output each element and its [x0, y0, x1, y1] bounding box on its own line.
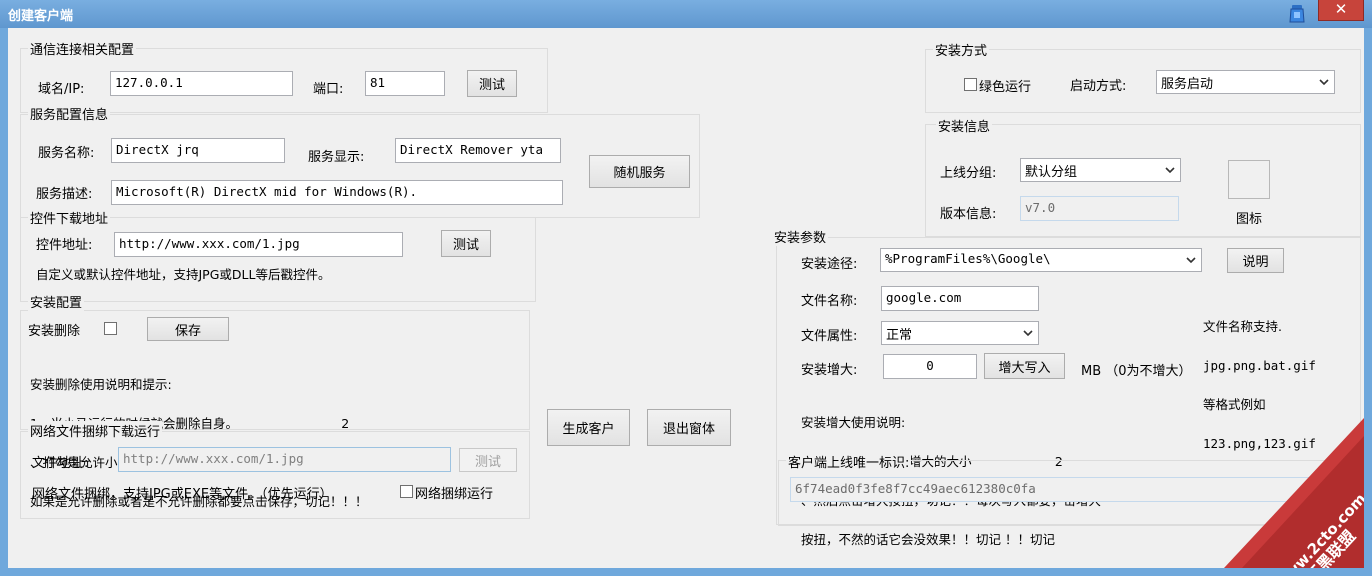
enlarge-unit: MB （0为不增大） — [1081, 364, 1192, 379]
net-bind-run-label: 网络捆绑运行 — [415, 487, 494, 502]
service-display-input[interactable]: DirectX Remover yta — [395, 138, 561, 163]
net-bind-test-button[interactable]: 测试 — [459, 448, 517, 472]
net-bind-run-checkbox[interactable] — [400, 485, 413, 498]
group-select[interactable]: 默认分组 — [1020, 158, 1181, 182]
net-bind-title: 网络文件捆绑下载运行 — [28, 421, 163, 440]
generate-client-button[interactable]: 生成客户 — [547, 409, 630, 446]
version-label: 版本信息: — [940, 207, 997, 222]
comm-test-button[interactable]: 测试 — [467, 70, 517, 97]
net-bind-addr-label: 文件地址: — [32, 456, 89, 471]
start-mode-select[interactable]: 服务启动 — [1156, 70, 1335, 94]
start-mode-label: 启动方式: — [1070, 79, 1127, 94]
install-path-select[interactable]: %ProgramFiles%\Google\ — [880, 248, 1202, 272]
icon-label: 图标 — [1236, 212, 1263, 227]
help-line: 按扭，不然的话它会没效果！！切记 ！！切记 — [801, 532, 1055, 547]
service-desc-label: 服务描述: — [36, 187, 93, 202]
install-path-label: 安装途径: — [801, 257, 858, 272]
domain-label: 域名/IP: — [38, 82, 85, 97]
service-name-input[interactable]: DirectX jrq — [111, 138, 285, 163]
install-save-button[interactable]: 保存 — [147, 317, 229, 341]
start-mode-value: 服务启动 — [1161, 77, 1214, 92]
service-name-label: 服务名称: — [38, 146, 95, 161]
service-desc-input[interactable]: Microsoft(R) DirectX mid for Windows(R). — [111, 180, 563, 205]
plugin-addr-input[interactable]: http://www.xxx.com/1.jpg — [114, 232, 403, 257]
comm-group-title: 通信连接相关配置 — [28, 39, 137, 58]
port-label: 端口: — [313, 82, 344, 97]
install-path-value: %ProgramFiles%\Google\ — [885, 251, 1051, 266]
domain-input[interactable]: 127.0.0.1 — [110, 71, 293, 96]
close-button[interactable]: ✕ — [1318, 0, 1364, 21]
help-line: 安装增大使用说明: — [801, 415, 906, 430]
client-area: 通信连接相关配置 域名/IP: 127.0.0.1 端口: 81 测试 服务配置… — [8, 28, 1364, 568]
green-run-label: 绿色运行 — [979, 80, 1032, 95]
chevron-down-icon — [1186, 257, 1196, 264]
support-line: 等格式例如 — [1203, 397, 1266, 412]
filename-label: 文件名称: — [801, 294, 858, 309]
app-icon — [1289, 5, 1305, 23]
net-bind-note: 网络文件捆绑，支持JPG或EXE等文件。（优先运行） — [32, 487, 333, 502]
random-service-button[interactable]: 随机服务 — [589, 155, 690, 188]
file-attr-value: 正常 — [886, 328, 913, 343]
install-params-title: 安装参数 — [772, 227, 829, 246]
chevron-down-icon — [1165, 167, 1175, 174]
group-label: 上线分组: — [940, 166, 997, 181]
install-info-title: 安装信息 — [936, 116, 993, 135]
group-value: 默认分组 — [1025, 165, 1078, 180]
help-line: 安装删除使用说明和提示: — [30, 377, 172, 392]
file-attr-label: 文件属性: — [801, 329, 858, 344]
window-title: 创建客户端 — [8, 9, 74, 24]
filename-input[interactable]: google.com — [881, 286, 1039, 311]
title-bar[interactable]: 创建客户端 ✕ — [0, 0, 1372, 28]
chevron-down-icon — [1023, 330, 1033, 337]
plugin-addr-label: 控件地址: — [36, 238, 93, 253]
icon-preview[interactable] — [1228, 160, 1270, 199]
net-bind-addr-input[interactable]: http://www.xxx.com/1.jpg — [118, 447, 451, 472]
enlarge-write-button[interactable]: 增大写入 — [984, 353, 1065, 379]
support-line: 文件名称支持. — [1203, 319, 1282, 334]
support-line: jpg.png.bat.gif — [1203, 358, 1316, 373]
exit-window-button[interactable]: 退出窗体 — [647, 409, 731, 446]
chevron-down-icon — [1319, 79, 1329, 86]
plugin-group-title: 控件下载地址 — [28, 208, 111, 227]
explain-button[interactable]: 说明 — [1227, 248, 1284, 273]
service-group-title: 服务配置信息 — [28, 104, 111, 123]
green-run-checkbox[interactable] — [964, 78, 977, 91]
application-window: 创建客户端 ✕ 通信连接相关配置 域名/IP: 127.0.0.1 端口: 81… — [0, 0, 1372, 576]
enlarge-input[interactable]: 0 — [883, 354, 977, 379]
plugin-note: 自定义或默认控件地址，支持JPG或DLL等后戳控件。 — [36, 267, 331, 282]
install-mode-title: 安装方式 — [933, 40, 990, 59]
version-input[interactable]: v7.0 — [1020, 196, 1179, 221]
service-display-label: 服务显示: — [308, 150, 365, 165]
net-bind-group — [20, 431, 530, 519]
file-attr-select[interactable]: 正常 — [881, 321, 1039, 345]
plugin-test-button[interactable]: 测试 — [441, 230, 491, 257]
uid-title: 客户端上线唯一标识: — [786, 452, 912, 471]
port-input[interactable]: 81 — [365, 71, 445, 96]
install-delete-label: 安装删除 — [28, 324, 81, 339]
enlarge-label: 安装增大: — [801, 363, 858, 378]
install-delete-checkbox[interactable] — [104, 322, 117, 335]
install-config-title: 安装配置 — [28, 292, 85, 311]
